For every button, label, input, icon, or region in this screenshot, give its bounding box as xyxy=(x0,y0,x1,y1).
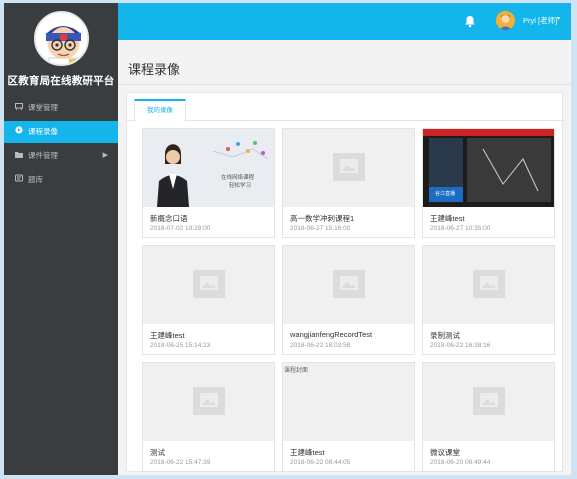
card-thumbnail xyxy=(423,246,554,324)
card-date: 2018-06-27 10:35:00 xyxy=(430,225,491,232)
user-name[interactable]: Pryl [老师] xyxy=(523,15,557,26)
card-thumbnail xyxy=(423,363,554,441)
question-bank-icon xyxy=(14,170,24,192)
image-placeholder-icon xyxy=(473,270,505,298)
sidebar-item-classroom-management[interactable]: 课堂管理 xyxy=(4,97,118,119)
card-title: 录制测试 xyxy=(430,331,460,340)
image-placeholder-icon xyxy=(333,153,365,181)
card-thumbnail: 谷江直播 xyxy=(423,129,554,207)
card-date: 2018-06-25 15:14:23 xyxy=(150,342,211,349)
thumbnail-caption: 轻松学习 xyxy=(229,183,252,189)
thumbnail-caption: 在线网络课程 xyxy=(221,175,255,181)
image-placeholder-icon xyxy=(193,387,225,415)
sidebar: 区教育局在线教研平台 课堂管理 课程录像 课件管理 ▶ 题库 xyxy=(4,3,118,475)
recording-card[interactable]: 测试 2018-06-22 15:47:39 xyxy=(142,362,275,472)
broken-image-alt: 课程封面 xyxy=(284,368,309,374)
card-date: 2018-06-27 15:16:00 xyxy=(290,225,351,232)
sidebar-item-label: 题库 xyxy=(28,175,43,184)
card-date: 2018-06-22 08:44:05 xyxy=(290,459,351,466)
thumbnail-caption: 谷江直播 xyxy=(435,191,456,197)
tab-bar: 我的录像 xyxy=(127,93,564,122)
sidebar-nav: 课堂管理 课程录像 课件管理 ▶ 题库 xyxy=(4,97,118,193)
recording-card[interactable]: 微议课堂 2018-06-20 08:49:44 xyxy=(422,362,555,472)
card-date: 2018-06-22 18:03:58 xyxy=(290,342,351,349)
sidebar-item-label: 课堂管理 xyxy=(28,103,58,112)
board-icon xyxy=(14,98,24,120)
card-thumbnail: 在线网络课程 轻松学习 xyxy=(143,129,274,207)
folder-icon xyxy=(14,146,24,168)
card-date: 2018-06-22 16:38:16 xyxy=(430,342,491,349)
image-placeholder-icon xyxy=(473,387,505,415)
card-title: 新概念口语 xyxy=(150,214,188,223)
card-title: 王建峰test xyxy=(150,331,185,340)
tab-my-recordings[interactable]: 我的录像 xyxy=(134,99,186,122)
chevron-right-icon: ▶ xyxy=(102,152,108,159)
chevron-down-icon[interactable]: ▾ xyxy=(557,15,560,22)
recording-card[interactable]: 课程封面 王建峰test 2018-06-22 08:44:05 xyxy=(282,362,415,472)
card-date: 2018-06-22 15:47:39 xyxy=(150,459,211,466)
card-thumbnail: 课程封面 xyxy=(283,363,414,441)
video-icon xyxy=(14,122,24,144)
card-title: 高一数学冲刺课程1 xyxy=(290,214,355,223)
platform-title: 区教育局在线教研平台 xyxy=(7,75,115,87)
bell-icon[interactable] xyxy=(463,14,477,28)
teacher-thumbnail-image xyxy=(143,129,274,207)
page-title: 课程录像 xyxy=(128,62,181,77)
platform-logo-avatar xyxy=(34,11,89,66)
card-title: wangjianfengRecordTest xyxy=(290,330,373,339)
recording-card[interactable]: 在线网络课程 轻松学习 新概念口语 2018-07-02 19:28:00 xyxy=(142,128,275,238)
card-title: 王建峰test xyxy=(290,448,325,457)
top-bar: Pryl [老师] ▾ xyxy=(118,3,571,40)
card-thumbnail xyxy=(143,363,274,441)
recording-card[interactable]: 高一数学冲刺课程1 2018-06-27 15:16:00 xyxy=(282,128,415,238)
main-content: 课程录像 我的录像 在线网络课程 轻松学习 新概念口语 2018-07-02 1… xyxy=(118,40,571,475)
image-placeholder-icon xyxy=(193,270,225,298)
sidebar-item-question-bank[interactable]: 题库 xyxy=(4,169,118,191)
recording-card[interactable]: 王建峰test 2018-06-25 15:14:23 xyxy=(142,245,275,355)
recordings-panel: 我的录像 在线网络课程 轻松学习 新概念口语 2018-07-02 19:28:… xyxy=(126,92,564,472)
image-placeholder-icon xyxy=(333,270,365,298)
sidebar-item-courseware-management[interactable]: 课件管理 ▶ xyxy=(4,145,118,167)
recording-card[interactable]: 谷江直播 王建峰test 2018-06-27 10:35:00 xyxy=(422,128,555,238)
card-thumbnail xyxy=(143,246,274,324)
card-title: 测试 xyxy=(150,448,165,457)
card-title: 王建峰test xyxy=(430,214,465,223)
card-thumbnail xyxy=(283,246,414,324)
card-date: 2018-07-02 19:28:00 xyxy=(150,225,211,232)
sidebar-item-label: 课程录像 xyxy=(28,127,58,136)
sidebar-item-label: 课件管理 xyxy=(28,151,58,160)
user-avatar[interactable] xyxy=(496,11,515,30)
recording-card[interactable]: wangjianfengRecordTest 2018-06-22 18:03:… xyxy=(282,245,415,355)
card-thumbnail xyxy=(283,129,414,207)
divider xyxy=(118,84,571,85)
app-window: 区教育局在线教研平台 课堂管理 课程录像 课件管理 ▶ 题库 Pryl [老师]… xyxy=(4,3,571,475)
card-date: 2018-06-20 08:49:44 xyxy=(430,459,491,466)
recording-card[interactable]: 录制测试 2018-06-22 16:38:16 xyxy=(422,245,555,355)
card-title: 微议课堂 xyxy=(430,448,460,457)
sidebar-item-course-recordings[interactable]: 课程录像 xyxy=(4,121,118,143)
